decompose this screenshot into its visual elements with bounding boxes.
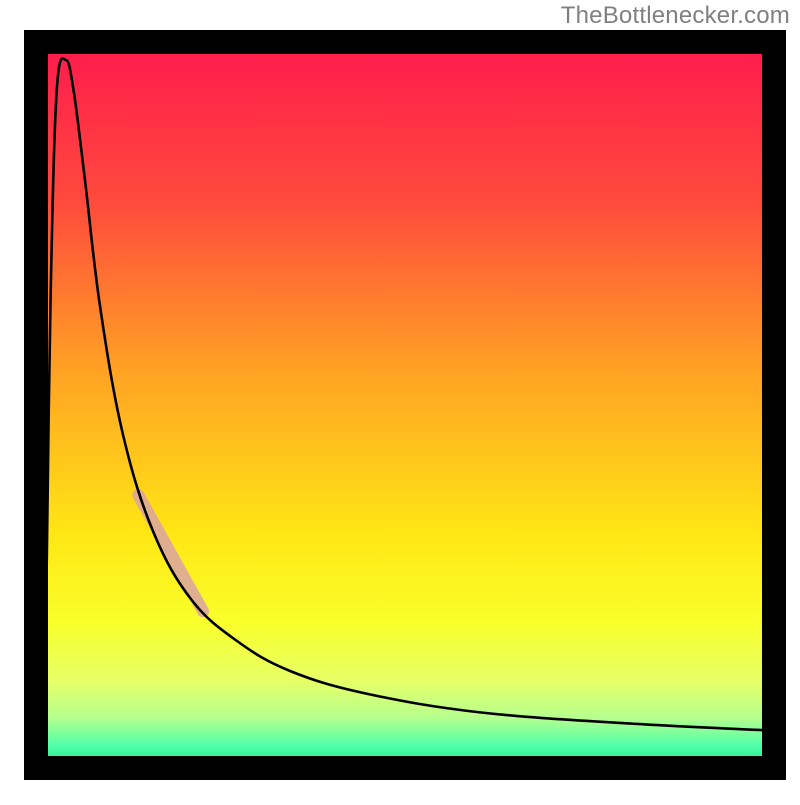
gradient-background	[36, 42, 774, 768]
chart-stage: TheBottlenecker.com	[0, 0, 800, 800]
bottleneck-chart	[0, 0, 800, 800]
watermark-text: TheBottlenecker.com	[561, 2, 790, 30]
